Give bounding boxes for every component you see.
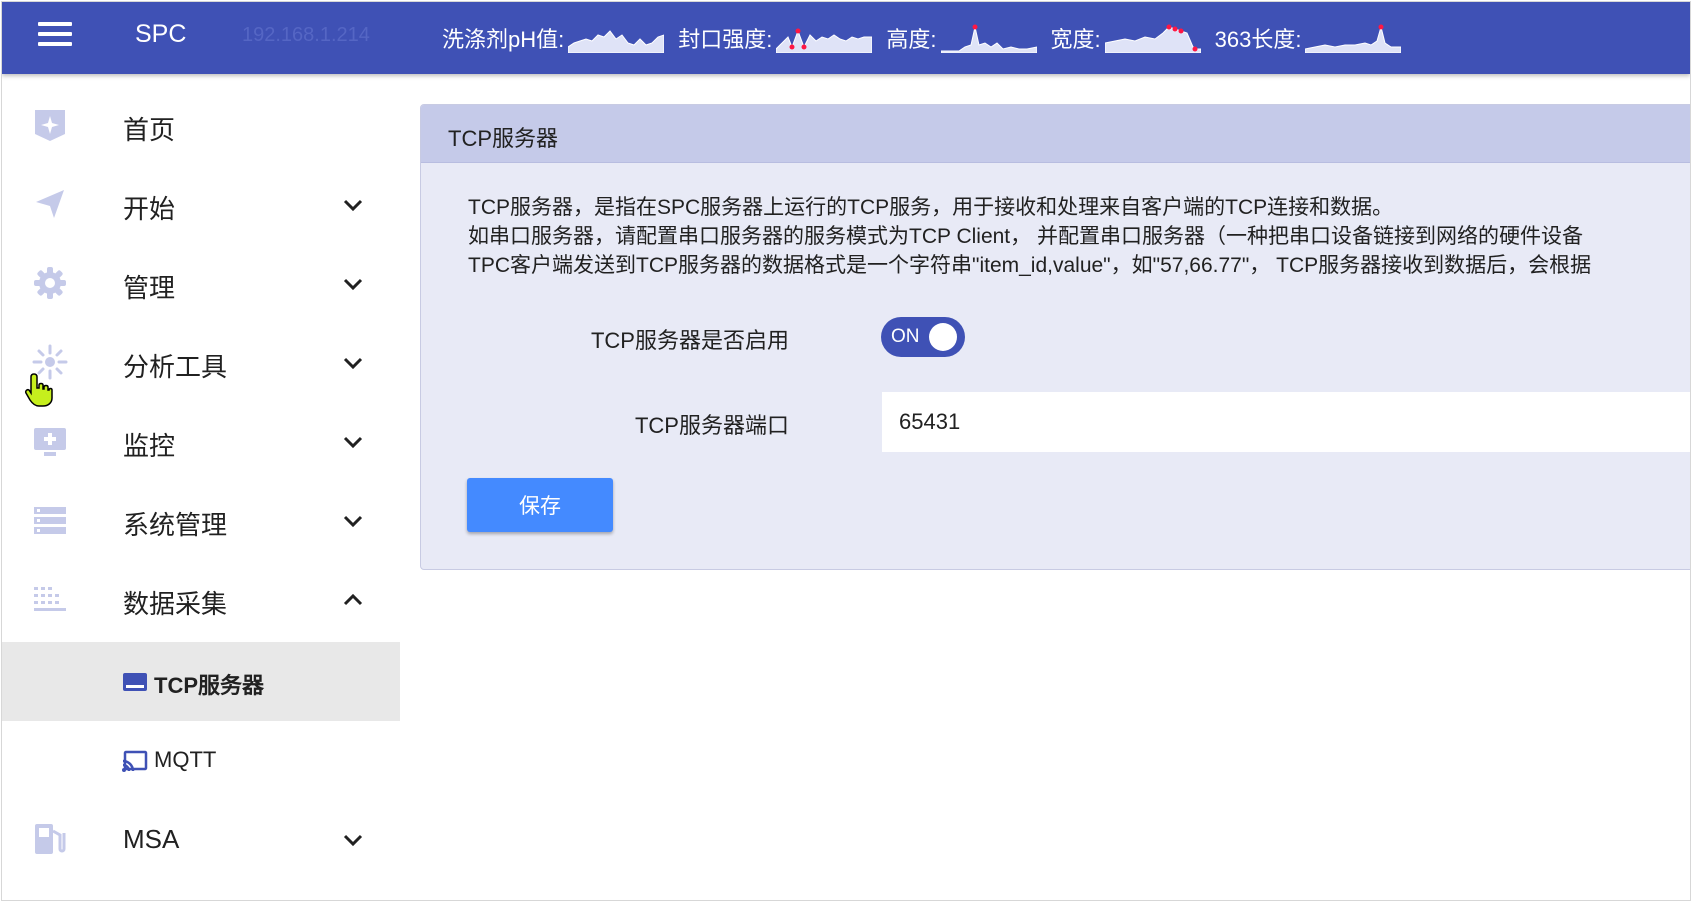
save-button[interactable]: 保存 xyxy=(467,478,613,532)
hand-pointer-cursor-icon xyxy=(25,373,53,407)
sparkline-chart-icon xyxy=(940,24,1037,53)
toggle-knob xyxy=(929,323,957,351)
sidebar-subitem-mqtt[interactable]: MQTT xyxy=(2,721,400,800)
sparkline-chart-icon xyxy=(1305,24,1402,53)
description-line: TCP服务器，是指在SPC服务器上运行的TCP服务，用于接收和处理来自客户端的T… xyxy=(468,196,1394,219)
tcp-server-icon xyxy=(123,673,147,691)
sidebar-subitem-label: MQTT xyxy=(154,747,217,772)
monitor-plus-icon xyxy=(34,428,66,456)
panel-header: TCP服务器 xyxy=(421,105,1690,163)
top-app-bar: SPC 192.168.1.214 洗涤剂pH值: 封口强度: 高度: 宽度: … xyxy=(2,2,1690,74)
gear-icon xyxy=(34,267,66,299)
chevron-down-icon xyxy=(343,278,363,291)
app-window: SPC 192.168.1.214 洗涤剂pH值: 封口强度: 高度: 宽度: … xyxy=(1,1,1691,901)
sidebar-item-label: 分析工具 xyxy=(123,352,228,382)
app-title: SPC xyxy=(135,20,187,48)
hamburger-menu-icon[interactable] xyxy=(38,22,74,52)
sparkline-chart-icon xyxy=(568,30,665,53)
chevron-down-icon xyxy=(343,834,363,847)
metric-height[interactable]: 高度: xyxy=(886,22,1037,54)
metrics-bar: 洗涤剂pH值: 封口强度: 高度: 宽度: 363长度: xyxy=(442,2,1415,74)
metric-label: 洗涤剂pH值: xyxy=(442,27,565,52)
sidebar-subitem-label: TCP服务器 xyxy=(154,673,265,698)
sidebar-item-analysis-tools[interactable]: 分析工具 xyxy=(2,323,400,402)
sidebar-item-label: 管理 xyxy=(123,273,176,303)
sidebar-item-data-collection[interactable]: 数据采集 xyxy=(2,560,400,639)
metric-width[interactable]: 宽度: xyxy=(1051,22,1201,54)
panel-title: TCP服务器 xyxy=(448,126,559,151)
sidebar-item-start[interactable]: 开始 xyxy=(2,165,400,244)
chevron-up-icon xyxy=(343,593,363,606)
port-input[interactable] xyxy=(882,392,1690,452)
toggle-state-text: ON xyxy=(891,326,920,347)
sidebar-item-label: 系统管理 xyxy=(123,510,228,540)
sidebar-item-label: MSA xyxy=(123,824,180,854)
metric-label: 封口强度: xyxy=(678,27,773,52)
metric-label: 363长度: xyxy=(1214,27,1302,52)
home-star-icon xyxy=(35,110,65,141)
sidebar-subitem-tcp-server[interactable]: TCP服务器 xyxy=(2,642,400,721)
chevron-down-icon xyxy=(343,436,363,449)
sparkline-chart-icon xyxy=(776,28,873,53)
sidebar-item-label: 监控 xyxy=(123,431,176,461)
send-icon xyxy=(36,190,64,218)
sidebar-item-label: 开始 xyxy=(123,194,176,224)
sidebar-item-msa[interactable]: MSA xyxy=(2,800,400,879)
sidebar-item-label: 首页 xyxy=(123,115,176,145)
sidebar-nav: 首页 开始 管理 分析工具 监控 系统管理 数据采集 TCP服务器 MQTT M… xyxy=(2,74,400,900)
cast-icon xyxy=(122,750,148,772)
metric-label: 宽度: xyxy=(1050,27,1101,52)
sidebar-item-system-management[interactable]: 系统管理 xyxy=(2,481,400,560)
metric-ph[interactable]: 洗涤剂pH值: xyxy=(442,22,665,54)
sidebar-item-label: 数据采集 xyxy=(123,589,228,619)
tcp-server-panel: TCP服务器 TCP服务器，是指在SPC服务器上运行的TCP服务，用于接收和处理… xyxy=(420,104,1690,570)
server-list-icon xyxy=(34,507,66,534)
metric-label: 高度: xyxy=(886,27,937,52)
sidebar-item-monitor[interactable]: 监控 xyxy=(2,402,400,481)
sparkline-chart-icon xyxy=(1104,24,1201,53)
description-line: 如串口服务器，请配置串口服务器的服务模式为TCP Client， 并配置串口服务… xyxy=(468,225,1583,248)
chevron-down-icon xyxy=(343,357,363,370)
sidebar-item-manage[interactable]: 管理 xyxy=(2,244,400,323)
sidebar-item-home[interactable]: 首页 xyxy=(2,86,400,165)
chevron-down-icon xyxy=(343,199,363,212)
port-label: TCP服务器端口 xyxy=(634,413,789,438)
enable-label: TCP服务器是否启用 xyxy=(590,328,789,353)
fuel-pump-icon xyxy=(35,824,66,854)
description-line: TPC客户端发送到TCP服务器的数据格式是一个字符串"item_id,value… xyxy=(468,254,1592,277)
server-ip: 192.168.1.214 xyxy=(242,24,370,46)
metric-seal-strength[interactable]: 封口强度: xyxy=(678,22,873,54)
metric-363-length[interactable]: 363长度: xyxy=(1215,22,1402,54)
grid-dots-icon xyxy=(34,587,66,611)
enable-toggle[interactable]: ON xyxy=(881,317,965,357)
chevron-down-icon xyxy=(343,515,363,528)
